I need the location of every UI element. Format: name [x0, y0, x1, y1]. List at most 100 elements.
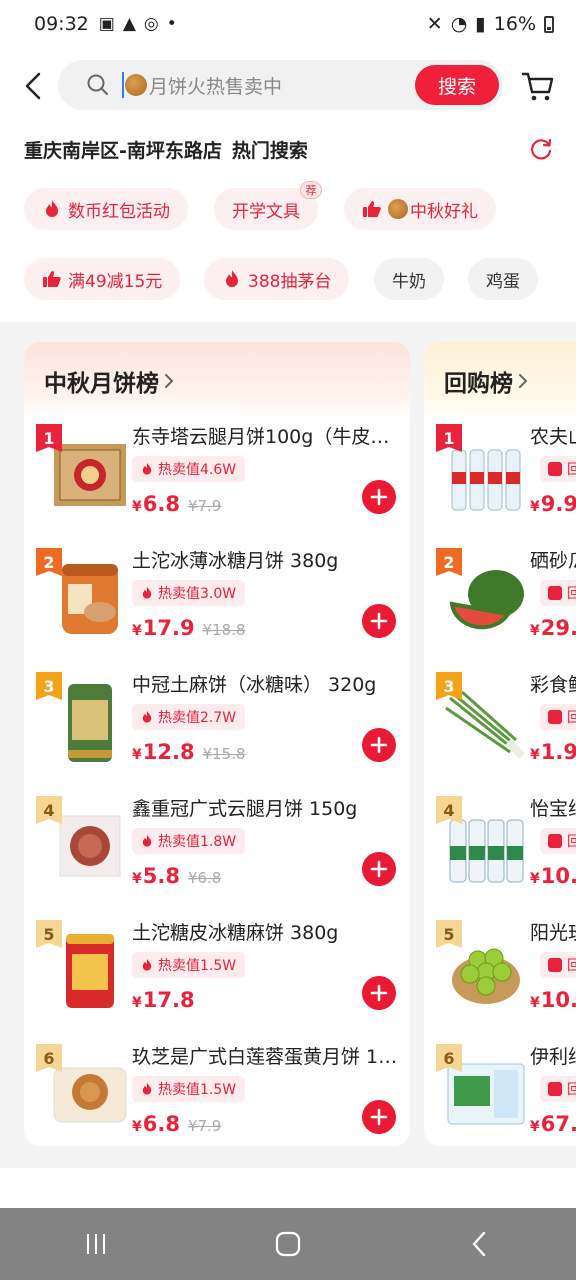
battery-icon	[544, 15, 554, 33]
product-title: 硒砂瓜	[530, 550, 576, 572]
thumb-up-icon	[363, 201, 381, 217]
product-title: 东寺塔云腿月饼100g（牛皮纸袋）	[132, 426, 402, 448]
fire-icon	[142, 586, 152, 599]
tag-label: 回	[567, 834, 576, 850]
calendar-icon	[548, 958, 562, 972]
panel-header[interactable]: 回购榜	[424, 342, 576, 420]
dot-icon: •	[166, 14, 177, 34]
sync-icon: ◎	[143, 14, 159, 34]
price: ¥17.9 ¥18.8	[132, 616, 246, 640]
price: ¥67.2	[530, 1112, 576, 1136]
search-placeholder[interactable]: 月饼火热售卖中	[149, 72, 282, 99]
chip-eggs[interactable]: 鸡蛋	[468, 258, 538, 300]
back-nav-icon[interactable]	[466, 1230, 494, 1258]
currency-symbol: ¥	[530, 623, 540, 639]
back-button[interactable]	[18, 68, 48, 104]
list-item[interactable]: 1 东寺塔云腿月饼100g（牛皮纸袋） 热卖值4.6W ¥6.8 ¥7.9	[24, 420, 410, 544]
price: ¥5.8 ¥6.8	[132, 864, 221, 888]
battery-level: 16%	[493, 13, 536, 35]
chip-mid-autumn-gifts[interactable]: 中秋好礼	[344, 188, 496, 230]
signal-icon: ▮	[475, 13, 486, 35]
tag-label: 回	[567, 1082, 576, 1098]
repurchase-tag: 回	[540, 828, 576, 854]
warning-icon: ▲	[122, 14, 136, 34]
original-price: ¥7.9	[188, 1117, 221, 1135]
currency-symbol: ¥	[132, 623, 142, 639]
fire-icon	[226, 270, 238, 287]
text-cursor	[122, 72, 124, 98]
wifi-icon: ◔	[450, 13, 468, 35]
list-item[interactable]: 4 鑫重冠广式云腿月饼 150g 热卖值1.8W ¥5.8 ¥6.8	[24, 792, 410, 916]
chip-label: 388抽茅台	[248, 271, 332, 292]
currency-symbol: ¥	[132, 1119, 142, 1135]
list-item[interactable]: 3 彩食鲜 回 ¥1.99	[424, 668, 576, 792]
product-title: 土沱糖皮冰糖麻饼 380g	[132, 922, 339, 944]
add-to-cart-button[interactable]	[362, 604, 396, 638]
calendar-icon	[548, 834, 562, 848]
chip-lottery[interactable]: 388抽茅台	[204, 258, 350, 300]
mooncake-icon	[388, 199, 408, 219]
list-item[interactable]: 5 阳光玫 回 ¥10.9	[424, 916, 576, 1040]
chip-discount[interactable]: 满49减15元	[24, 258, 181, 300]
plus-icon	[370, 488, 388, 506]
repurchase-tag: 回	[540, 580, 576, 606]
list-item[interactable]: 4 怡宝纯 回 ¥10.9	[424, 792, 576, 916]
tag-label: 回	[567, 462, 576, 478]
original-price: ¥15.8	[203, 745, 246, 763]
mooncake-icon	[125, 74, 147, 96]
refresh-icon[interactable]	[528, 136, 554, 162]
product-title: 土沱冰薄冰糖月饼 380g	[132, 550, 339, 572]
home-icon[interactable]	[274, 1230, 302, 1258]
currency-symbol: ¥	[187, 1117, 198, 1135]
repurchase-ranking-panel: 回购榜 1 农夫山 回 ¥9.9 2 硒砂瓜 回 ¥29.9 3 彩食鲜 回 ¥…	[424, 342, 576, 1146]
list-item[interactable]: 6 伊利纯 回 ¥67.2	[424, 1040, 576, 1146]
recent-apps-icon[interactable]	[82, 1230, 110, 1258]
list-item[interactable]: 2 硒砂瓜 回 ¥29.9	[424, 544, 576, 668]
store-location[interactable]: 重庆南岸区-南坪东路店	[24, 136, 222, 163]
hot-value: 热卖值1.5W	[158, 1082, 237, 1098]
cart-icon[interactable]	[520, 68, 556, 104]
fire-icon	[142, 834, 152, 847]
tag-label: 回	[567, 710, 576, 726]
product-title: 阳光玫	[530, 922, 576, 944]
chip-digital-coupon[interactable]: 数币红包活动	[24, 188, 188, 230]
gallery-icon: ▣	[98, 14, 115, 34]
currency-symbol: ¥	[530, 499, 540, 515]
fire-icon	[46, 200, 58, 217]
search-box[interactable]: 月饼火热售卖中 搜索	[58, 60, 503, 110]
plus-icon	[370, 860, 388, 878]
list-item[interactable]: 2 土沱冰薄冰糖月饼 380g 热卖值3.0W ¥17.9 ¥18.8	[24, 544, 410, 668]
status-bar: 09:32 ▣ ▲ ◎ • ✕ ◔ ▮ 16%	[0, 0, 576, 48]
price-value: 17.9	[142, 616, 195, 640]
hot-value: 热卖值1.8W	[158, 834, 237, 850]
list-item[interactable]: 5 土沱糖皮冰糖麻饼 380g 热卖值1.5W ¥17.8	[24, 916, 410, 1040]
chip-label: 中秋好礼	[410, 201, 478, 222]
tag-label: 回	[567, 958, 576, 974]
add-to-cart-button[interactable]	[362, 852, 396, 886]
chip-school-supplies[interactable]: 开学文具 荐	[214, 181, 322, 230]
list-item[interactable]: 6 玖芝是广式白莲蓉蛋黄月饼 100g 热卖值1.5W ¥6.8 ¥7.9	[24, 1040, 410, 1146]
add-to-cart-button[interactable]	[362, 976, 396, 1010]
add-to-cart-button[interactable]	[362, 728, 396, 762]
hot-value-badge: 热卖值1.5W	[132, 952, 246, 978]
thumb-up-icon	[43, 271, 61, 287]
currency-symbol: ¥	[530, 871, 540, 887]
price-value: 9.9	[540, 492, 576, 516]
add-to-cart-button[interactable]	[362, 480, 396, 514]
plus-icon	[370, 736, 388, 754]
list-item[interactable]: 3 中冠土麻饼（冰糖味） 320g 热卖值2.7W ¥12.8 ¥15.8	[24, 668, 410, 792]
price-value: 6.8	[142, 492, 180, 516]
search-button[interactable]: 搜索	[415, 65, 499, 105]
plus-icon	[370, 984, 388, 1002]
currency-symbol: ¥	[530, 995, 540, 1011]
chip-label: 牛奶	[392, 271, 426, 292]
chip-milk[interactable]: 牛奶	[374, 258, 444, 300]
add-to-cart-button[interactable]	[362, 1100, 396, 1134]
system-navigation-bar	[0, 1208, 576, 1280]
original-price: ¥6.8	[188, 869, 221, 887]
list-item[interactable]: 1 农夫山 回 ¥9.9	[424, 420, 576, 544]
original-price-value: 7.9	[197, 1117, 222, 1135]
hot-value: 热卖值1.5W	[158, 958, 237, 974]
panel-header[interactable]: 中秋月饼榜	[24, 342, 410, 420]
price-value: 10.9	[540, 864, 576, 888]
